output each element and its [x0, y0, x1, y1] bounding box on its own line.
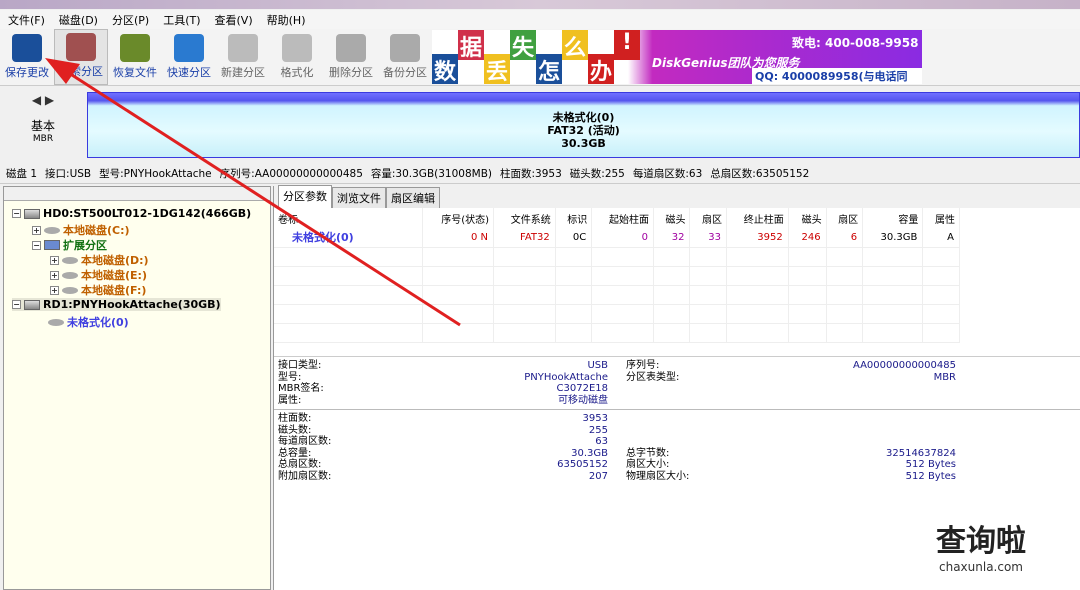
annotation-arrow [45, 58, 461, 327]
watermark-logo: 查询啦 chaxunla.com [896, 512, 1066, 582]
watermark-name: 查询啦 [936, 524, 1026, 559]
watermark-url: chaxunla.com [939, 560, 1023, 574]
